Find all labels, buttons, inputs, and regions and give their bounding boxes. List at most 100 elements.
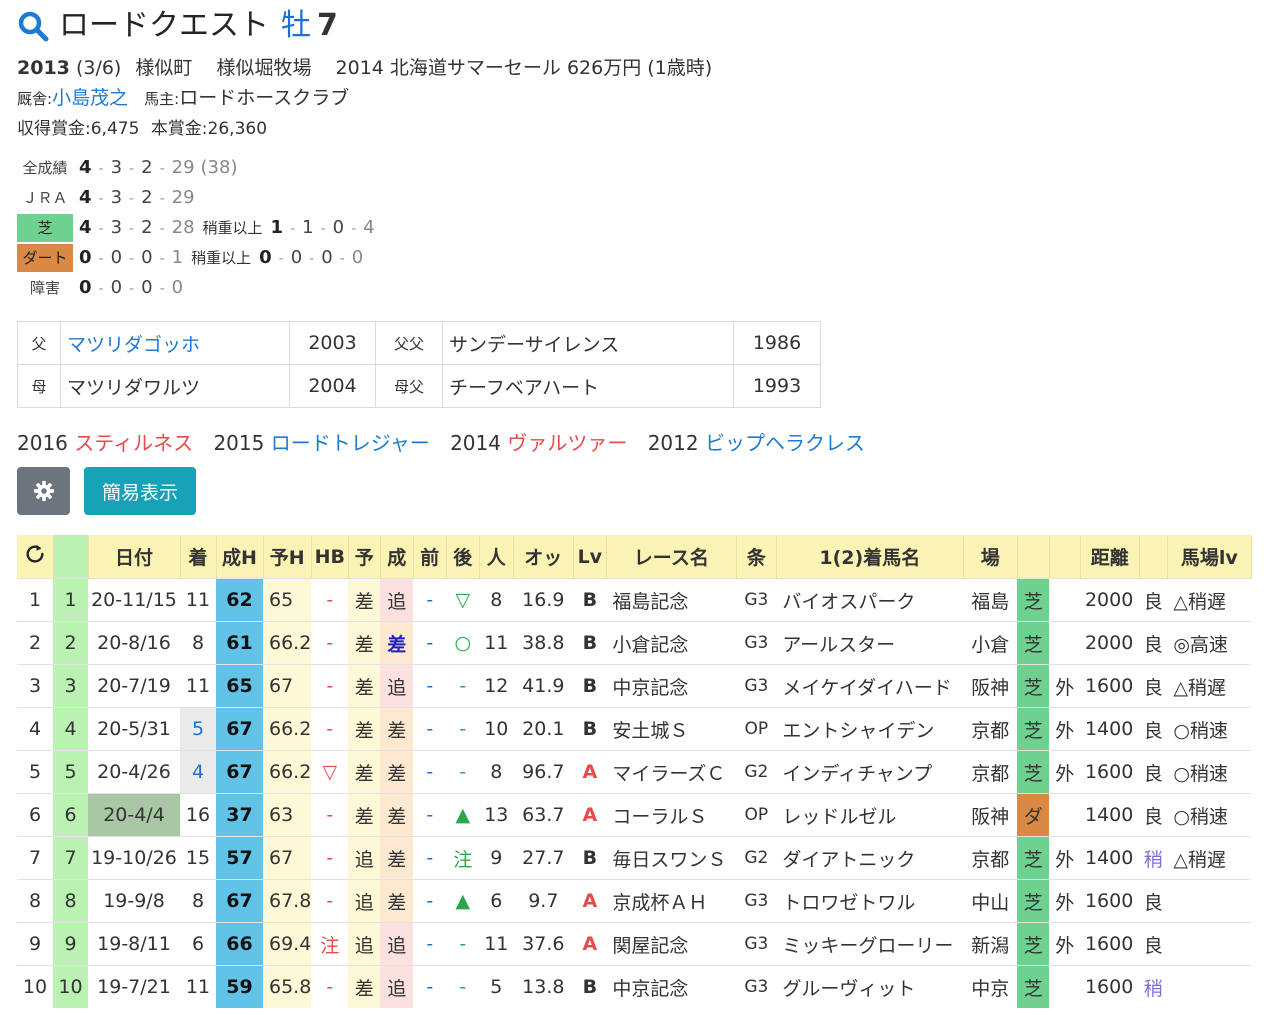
race-row[interactable]: 8 8 19-9/8 8 67 67.8- 追差 - ▲ 6 9.7 A 京成杯ＡＨ G3 トロワゼトワル中…	[17, 879, 1252, 923]
odds: 37.6	[513, 922, 574, 966]
siblings-list: 2016 スティルネス 2015 ロードトレジャー 2014 ヴァルツァー 20…	[17, 428, 865, 458]
race-name-link[interactable]: 毎日スワンＳ	[606, 836, 737, 880]
front-mark: -	[413, 965, 447, 1008]
odds: 27.7	[513, 836, 574, 880]
popularity: 8	[479, 750, 514, 794]
birth-date: (3/6)	[75, 57, 122, 79]
race-name-link[interactable]: 小倉記念	[606, 621, 737, 665]
row-number: 10	[53, 965, 88, 1008]
heavy-wins: 1	[270, 217, 284, 238]
record-separator: -	[159, 191, 165, 207]
finish-position: 6	[180, 922, 216, 966]
front-column: 前	[413, 535, 447, 579]
race-level: A	[573, 750, 607, 794]
rear-mark: ○	[446, 621, 480, 665]
front-mark: -	[413, 707, 447, 751]
race-level: B	[573, 578, 607, 622]
pred-style: 追	[348, 879, 381, 923]
race-date: 20-4/4	[88, 793, 180, 837]
race-row[interactable]: 3 3 20-7/19 11 65 67- 差追 - -12 41.9 B 中京記念 G3 メイケイダイハ…	[17, 664, 1252, 708]
sibling-link[interactable]: ロードトレジャー	[271, 431, 430, 455]
actual-style: 差	[380, 836, 414, 880]
distance: 1600	[1080, 664, 1140, 708]
record-separator: -	[129, 191, 135, 207]
row-number: 5	[53, 750, 88, 794]
finish-position: 11	[180, 578, 216, 622]
race-name-link[interactable]: 安土城Ｓ	[606, 707, 737, 751]
record-row: 全成績 4-3-2-29 (38)	[17, 154, 237, 183]
pred-h: 66.2	[263, 707, 312, 751]
record-label: 全成績	[22, 159, 68, 177]
search-icon[interactable]	[17, 10, 49, 42]
finish-position: 8	[180, 879, 216, 923]
region: 様似町	[135, 57, 193, 79]
race-row[interactable]: 9 9 19-8/11 6 66 69.4 注追追 - -11 37.6 A 関屋記念 G3 ミッキーグロ…	[17, 922, 1252, 966]
sire-link[interactable]: マツリダゴッホ	[60, 321, 290, 365]
race-row[interactable]: 2 2 20-8/16 8 61 66.2- 差差 - ○ 11 38.8 B 小倉記念 G3 アールスター…	[17, 621, 1252, 665]
race-row[interactable]: 10 10 19-7/21 11 59 65.8- 差追 - -5 13.8 B 中京記念 G3 グルーヴ…	[17, 965, 1252, 1008]
odds-column: オッ	[513, 535, 574, 579]
heavy-seconds: 0	[290, 247, 303, 268]
race-row[interactable]: 5 5 20-4/26 4 67 66.2 ▽ 差差 - -8 96.7 A マイラーズＣ G2 インディチ…	[17, 750, 1252, 794]
record-thirds: 0	[141, 277, 153, 298]
surface: 芝	[1017, 707, 1050, 751]
record-total: (38)	[200, 157, 238, 178]
result-h-column: 成H	[216, 535, 264, 579]
simple-view-button[interactable]: 簡易表示	[84, 467, 196, 515]
sibling-link[interactable]: ビップヘラクレス	[705, 431, 865, 455]
distance: 2000	[1080, 621, 1140, 665]
popularity: 5	[479, 965, 514, 1008]
front-mark: -	[413, 793, 447, 837]
race-row[interactable]: 1 1 20-11/15 11 62 65- 差追 - ▽ 8 16.9 B 福島記念 G3 バイオスパーク…	[17, 578, 1252, 622]
going: 良	[1139, 707, 1168, 751]
course: 阪神	[963, 793, 1018, 837]
dam-sire-label: 母父	[375, 364, 443, 408]
front-mark: -	[413, 750, 447, 794]
actual-style: 追	[380, 664, 414, 708]
rear-mark: ▲	[446, 793, 480, 837]
sibling-link[interactable]: スティルネス	[74, 431, 193, 455]
sibling-link[interactable]: ヴァルツァー	[507, 431, 627, 455]
race-row[interactable]: 7 7 19-10/26 15 57 67- 追差 - 注 9 27.7 B 毎日スワンＳ G2 ダイアトニ…	[17, 836, 1252, 880]
race-name-link[interactable]: 京成杯ＡＨ	[606, 879, 737, 923]
pred-h: 65	[263, 578, 312, 622]
pred-h: 66.2	[263, 750, 312, 794]
track-level: △稍遅	[1167, 836, 1252, 880]
surface: 芝	[1017, 836, 1050, 880]
refresh-column[interactable]	[17, 535, 54, 579]
race-row[interactable]: 4 4 20-5/31 5 67 66.2- 差差 - -10 20.1 B 安土城Ｓ OP エントシャイ…	[17, 707, 1252, 751]
hb-mark: -	[311, 621, 349, 665]
actual-style: 差	[380, 621, 414, 665]
race-row[interactable]: 6 6 20-4/4 16 37 63- 差差 - ▲ 13 63.7 A コーラルＳ OP レッドルゼル阪…	[17, 793, 1252, 837]
race-name-link[interactable]: 関屋記念	[606, 922, 737, 966]
result-h: 67	[216, 879, 263, 923]
actual-style: 差	[380, 707, 414, 751]
pred-style-column: 予	[348, 535, 381, 579]
inner-outer: 外	[1049, 836, 1081, 880]
pred-h: 63	[263, 793, 312, 837]
settings-button[interactable]	[17, 467, 70, 515]
hb-mark: -	[311, 578, 349, 622]
inner-outer: 外	[1049, 664, 1081, 708]
record-thirds: 2	[141, 217, 153, 238]
inner-outer	[1049, 965, 1081, 1008]
inner-outer: 外	[1049, 879, 1081, 923]
record-separator: -	[98, 191, 104, 207]
race-level: A	[573, 879, 607, 923]
record-wins: 0	[79, 277, 92, 298]
rear-mark: -	[446, 965, 480, 1008]
race-name-link[interactable]: マイラーズＣ	[606, 750, 737, 794]
race-name-link[interactable]: コーラルＳ	[606, 793, 737, 837]
race-grade: G3	[736, 664, 777, 708]
trainer-link[interactable]: 小島茂之	[52, 87, 128, 109]
row-number: 6	[53, 793, 88, 837]
pred-style: 追	[348, 922, 381, 966]
race-name-link[interactable]: 中京記念	[606, 965, 737, 1008]
refresh-icon[interactable]	[24, 543, 46, 565]
record-wins: 0	[79, 247, 92, 268]
race-name-link[interactable]: 福島記念	[606, 578, 737, 622]
course: 福島	[963, 578, 1018, 622]
race-name-link[interactable]: 中京記念	[606, 664, 737, 708]
track-level: △稍遅	[1167, 664, 1252, 708]
dam-label: 母	[17, 364, 61, 408]
